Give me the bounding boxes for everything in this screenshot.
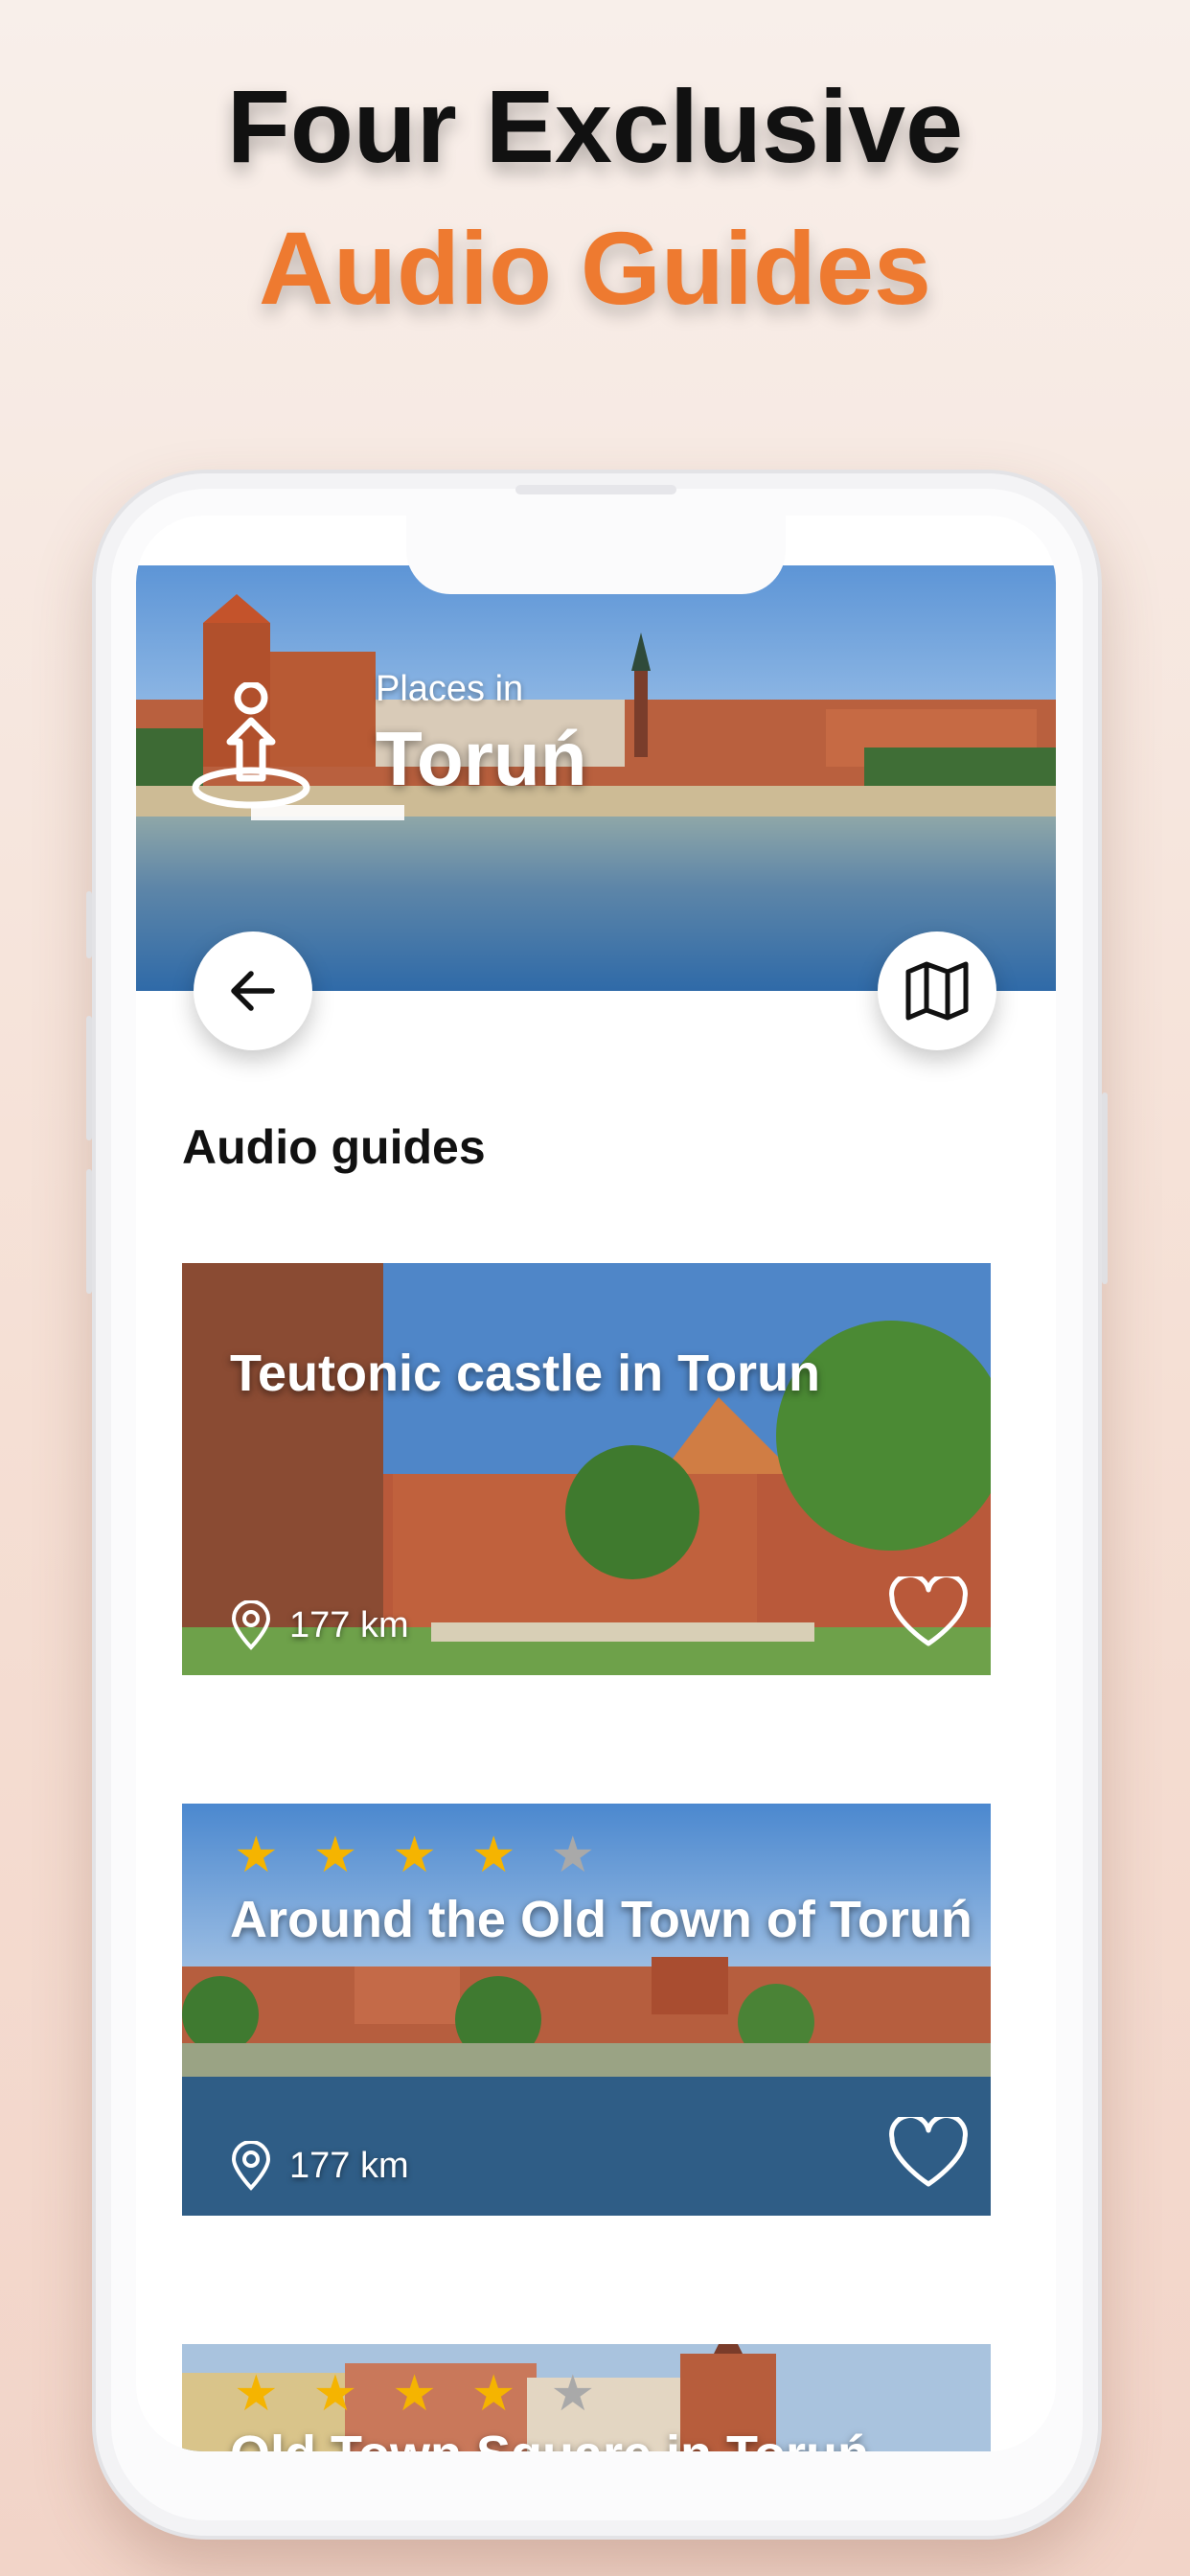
headline-line-2: Audio Guides [259, 210, 931, 326]
guide-card[interactable]: ★ ★ ★ ★ ★ Around the Old Town of Toruń 1… [182, 1804, 991, 2216]
hero-banner: Places in Toruń [136, 565, 1056, 991]
location-pin-icon [231, 2141, 271, 2191]
section-title: Audio guides [182, 1120, 486, 1174]
phone-side-button [86, 1016, 92, 1140]
guide-distance-value: 177 km [289, 1604, 409, 1645]
location-pin-icon [231, 1600, 271, 1650]
app-screen: Places in Toruń Audio guides Teutonic ca… [136, 516, 1056, 2451]
guide-distance: 177 km [230, 2141, 409, 2191]
hero-city-title: Toruń [376, 716, 587, 801]
rating-stars: ★ ★ ★ ★ ★ [234, 1830, 595, 1880]
star-icon: ★ [234, 2366, 279, 2422]
star-icon: ★ [312, 1828, 358, 1883]
hero-subtitle: Places in [376, 669, 524, 709]
rating-stars: ★ ★ ★ ★ ★ [234, 2369, 595, 2419]
star-icon: ★ [392, 2366, 437, 2422]
phone-notch [406, 516, 786, 594]
star-icon: ★ [392, 1828, 437, 1883]
star-icon: ★ [550, 2366, 596, 2422]
favorite-button[interactable] [887, 2113, 970, 2195]
star-icon: ★ [234, 1828, 279, 1883]
phone-side-button [1102, 1092, 1108, 1284]
headline-line-1: Four Exclusive [226, 68, 964, 184]
phone-side-button [86, 1169, 92, 1294]
heart-icon [889, 2113, 968, 2187]
star-icon: ★ [470, 2366, 516, 2422]
guide-title: Around the Old Town of Toruń [230, 1891, 973, 1948]
arrow-left-icon [231, 971, 275, 1011]
guide-title: Old Town Square in Toruń [230, 2425, 869, 2451]
guide-distance: 177 km [230, 1600, 409, 1650]
back-button[interactable] [194, 932, 312, 1050]
guide-card[interactable]: Teutonic castle in Torun 177 km [182, 1263, 991, 1675]
favorite-button[interactable] [887, 1573, 970, 1654]
heart-icon [889, 1573, 968, 1646]
star-icon: ★ [312, 2366, 358, 2422]
phone-side-button [86, 891, 92, 958]
map-icon [905, 961, 969, 1021]
guide-title: Teutonic castle in Torun [230, 1345, 821, 1402]
phone-speaker [515, 485, 676, 494]
guide-distance-value: 177 km [289, 2145, 409, 2186]
guide-card[interactable]: ★ ★ ★ ★ ★ Old Town Square in Toruń [182, 2344, 991, 2451]
star-icon: ★ [550, 1828, 596, 1883]
star-icon: ★ [470, 1828, 516, 1883]
map-button[interactable] [878, 932, 996, 1050]
